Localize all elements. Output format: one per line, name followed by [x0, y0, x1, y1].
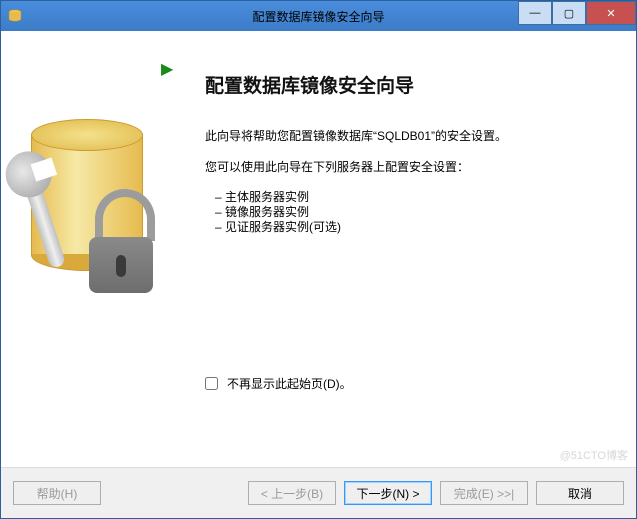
skip-start-page-label[interactable]: 不再显示此起始页(D)。	[227, 375, 352, 392]
next-button[interactable]: 下一步(N) >	[344, 481, 432, 505]
titlebar: 配置数据库镜像安全向导 — ▢ ✕	[1, 1, 636, 31]
wizard-window: 配置数据库镜像安全向导 — ▢ ✕ ▶ 配置数据库镜像安全向导 此向导将帮助您配…	[0, 0, 637, 519]
content-area: ▶ 配置数据库镜像安全向导 此向导将帮助您配置镜像数据库“SQLDB01”的安全…	[1, 31, 636, 518]
main-panel: ▶ 配置数据库镜像安全向导 此向导将帮助您配置镜像数据库“SQLDB01”的安全…	[1, 31, 636, 467]
finish-button[interactable]: 完成(E) >>|	[440, 481, 528, 505]
help-button[interactable]: 帮助(H)	[13, 481, 101, 505]
servers-intro-text: 您可以使用此向导在下列服务器上配置安全设置：	[205, 159, 616, 176]
maximize-button[interactable]: ▢	[552, 1, 586, 25]
page-heading: 配置数据库镜像安全向导	[205, 71, 616, 98]
wizard-graphic	[21, 89, 171, 329]
bullet-witness: 见证服务器实例(可选)	[215, 220, 616, 235]
cancel-button[interactable]: 取消	[536, 481, 624, 505]
close-button[interactable]: ✕	[586, 1, 636, 25]
right-pane: 配置数据库镜像安全向导 此向导将帮助您配置镜像数据库“SQLDB01”的安全设置…	[171, 49, 616, 467]
server-list: 主体服务器实例 镜像服务器实例 见证服务器实例(可选)	[215, 190, 616, 235]
skip-start-page-checkbox[interactable]	[205, 377, 218, 390]
app-icon	[7, 8, 23, 24]
bullet-principal: 主体服务器实例	[215, 190, 616, 205]
play-arrow-icon: ▶	[161, 59, 173, 79]
minimize-button[interactable]: —	[518, 1, 552, 25]
intro-text: 此向导将帮助您配置镜像数据库“SQLDB01”的安全设置。	[205, 128, 616, 145]
bullet-mirror: 镜像服务器实例	[215, 205, 616, 220]
button-bar: 帮助(H) < 上一步(B) 下一步(N) > 完成(E) >>| 取消	[1, 467, 636, 518]
watermark: @51CTO博客	[560, 447, 628, 463]
back-button[interactable]: < 上一步(B)	[248, 481, 336, 505]
skip-start-page-row: 不再显示此起始页(D)。	[201, 374, 352, 393]
window-controls: — ▢ ✕	[518, 1, 636, 31]
